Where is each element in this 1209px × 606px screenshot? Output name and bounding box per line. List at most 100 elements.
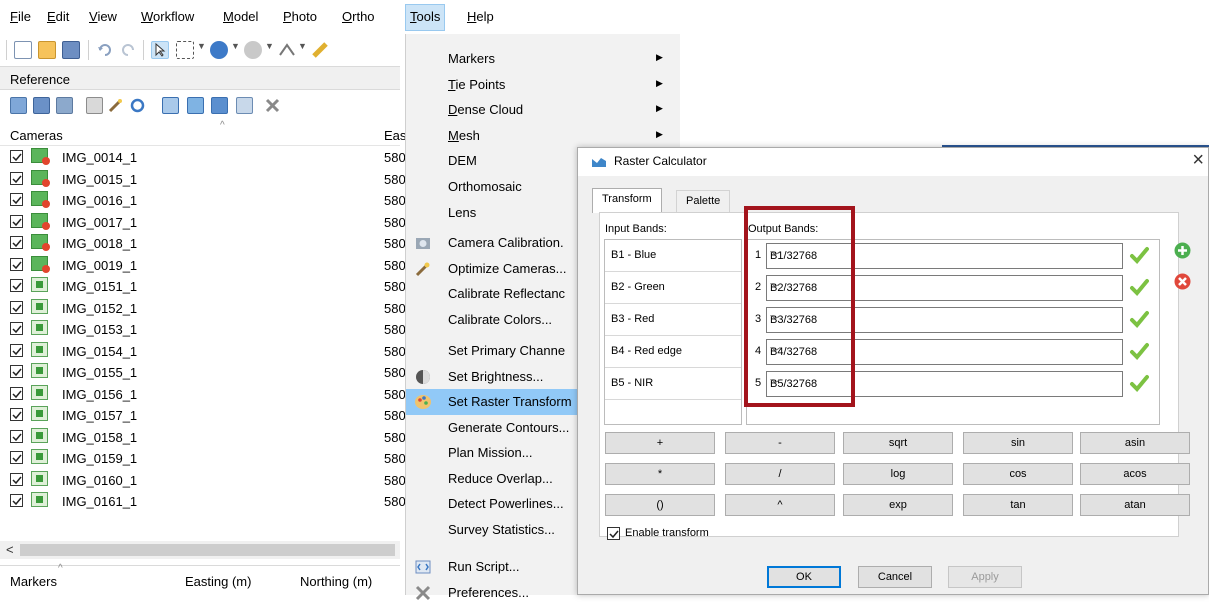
- update-icon[interactable]: [129, 97, 146, 114]
- table-row[interactable]: IMG_0161_1 580: [0, 490, 406, 512]
- table-row[interactable]: IMG_0019_1 580: [0, 254, 406, 276]
- rotate-dropdown-icon[interactable]: ▼: [265, 41, 274, 51]
- operator-button[interactable]: atan: [1080, 494, 1190, 516]
- import-reference-icon[interactable]: [10, 97, 27, 114]
- tab-transform[interactable]: Transform: [592, 188, 662, 213]
- menu-model[interactable]: Model: [223, 9, 258, 24]
- operator-button[interactable]: *: [605, 463, 715, 485]
- operator-button[interactable]: sin: [963, 432, 1073, 454]
- operator-button[interactable]: +: [605, 432, 715, 454]
- camera-enabled-checkbox[interactable]: [10, 171, 23, 185]
- menu-item-mesh[interactable]: Mesh ▶: [406, 123, 681, 149]
- settings-tools-icon[interactable]: [264, 97, 281, 114]
- table-row[interactable]: IMG_0158_1 580: [0, 426, 406, 448]
- table-row[interactable]: IMG_0017_1 580: [0, 211, 406, 233]
- close-icon[interactable]: ×: [1192, 149, 1204, 172]
- scroll-left-icon[interactable]: <: [6, 542, 14, 557]
- reference-table-icon[interactable]: [236, 97, 253, 114]
- camera-enabled-checkbox[interactable]: [10, 365, 23, 378]
- operator-button[interactable]: /: [725, 463, 835, 485]
- input-band-item[interactable]: B2 - Green: [605, 272, 741, 304]
- menu-view[interactable]: View: [89, 9, 117, 24]
- open-folder-icon[interactable]: [38, 41, 56, 59]
- column-markers[interactable]: Markers: [10, 574, 57, 589]
- table-row[interactable]: IMG_0015_1 580: [0, 168, 406, 190]
- scrollbar-thumb[interactable]: [20, 544, 395, 556]
- camera-enabled-checkbox[interactable]: [10, 343, 23, 357]
- camera-enabled-checkbox[interactable]: [10, 193, 23, 206]
- table-row[interactable]: IMG_0159_1 580: [0, 447, 406, 469]
- table-row[interactable]: IMG_0018_1 580: [0, 232, 406, 254]
- table-row[interactable]: IMG_0014_1 580: [0, 146, 406, 168]
- operator-button[interactable]: (): [605, 494, 715, 516]
- column-easting[interactable]: Eas: [384, 128, 406, 143]
- pointer-icon[interactable]: [151, 41, 169, 59]
- draw-polyline-icon[interactable]: [278, 41, 296, 59]
- save-reference-icon[interactable]: [56, 97, 73, 114]
- operator-button[interactable]: ^: [725, 494, 835, 516]
- operator-button[interactable]: exp: [843, 494, 953, 516]
- camera-enabled-checkbox[interactable]: [10, 300, 23, 314]
- convert-icon[interactable]: [86, 97, 103, 114]
- camera-enabled-checkbox[interactable]: [10, 236, 23, 249]
- navigation-icon[interactable]: [210, 41, 228, 59]
- operator-button[interactable]: tan: [963, 494, 1073, 516]
- table-row[interactable]: IMG_0016_1 580: [0, 189, 406, 211]
- camera-enabled-checkbox[interactable]: [10, 429, 23, 443]
- table-row[interactable]: IMG_0157_1 580: [0, 404, 406, 426]
- input-band-item[interactable]: B5 - NIR: [605, 368, 741, 400]
- input-band-item[interactable]: B1 - Blue: [605, 240, 741, 272]
- remove-band-icon[interactable]: [1174, 273, 1191, 290]
- input-band-item[interactable]: B4 - Red edge: [605, 336, 741, 368]
- rectangle-selection-icon[interactable]: [176, 41, 194, 59]
- menu-file[interactable]: File: [10, 9, 31, 24]
- table-row[interactable]: IMG_0153_1 580: [0, 318, 406, 340]
- table-row[interactable]: IMG_0156_1 580: [0, 383, 406, 405]
- save-icon[interactable]: [62, 41, 80, 59]
- table-row[interactable]: IMG_0160_1 580: [0, 469, 406, 491]
- column-cameras[interactable]: Cameras: [10, 128, 63, 143]
- navigation-dropdown-icon[interactable]: ▼: [231, 41, 240, 51]
- menu-tools[interactable]: Tools: [405, 4, 446, 31]
- menu-item-markers[interactable]: Markers ▶: [406, 46, 681, 72]
- draw-dropdown-icon[interactable]: ▼: [298, 41, 307, 51]
- menu-photo[interactable]: Photo: [283, 9, 317, 24]
- add-band-icon[interactable]: [1174, 242, 1191, 259]
- camera-enabled-checkbox[interactable]: [10, 150, 23, 163]
- camera-enabled-checkbox[interactable]: [10, 214, 23, 228]
- view-source-icon[interactable]: [162, 97, 179, 114]
- table-row[interactable]: IMG_0151_1 580: [0, 275, 406, 297]
- optimize-wand-icon[interactable]: [107, 97, 124, 114]
- operator-button[interactable]: -: [725, 432, 835, 454]
- new-document-icon[interactable]: [14, 41, 32, 59]
- enable-transform-box[interactable]: [607, 527, 620, 540]
- menu-ortho[interactable]: Ortho: [342, 9, 375, 24]
- operator-button[interactable]: acos: [1080, 463, 1190, 485]
- export-reference-icon[interactable]: [33, 97, 50, 114]
- camera-enabled-checkbox[interactable]: [10, 386, 23, 400]
- ok-button[interactable]: OK: [767, 566, 841, 588]
- column-marker-easting[interactable]: Easting (m): [185, 574, 251, 589]
- view-estimated-icon[interactable]: [187, 97, 204, 114]
- camera-enabled-checkbox[interactable]: [10, 322, 23, 335]
- menu-help[interactable]: Help: [467, 9, 494, 24]
- camera-enabled-checkbox[interactable]: [10, 472, 23, 486]
- table-row[interactable]: IMG_0152_1 580: [0, 297, 406, 319]
- rotate-object-icon[interactable]: [244, 41, 262, 59]
- apply-button[interactable]: Apply: [948, 566, 1022, 588]
- view-errors-icon[interactable]: [211, 97, 228, 114]
- input-band-item[interactable]: B3 - Red: [605, 304, 741, 336]
- camera-enabled-checkbox[interactable]: [10, 494, 23, 507]
- operator-button[interactable]: cos: [963, 463, 1073, 485]
- operator-button[interactable]: log: [843, 463, 953, 485]
- camera-enabled-checkbox[interactable]: [10, 279, 23, 292]
- menu-item-dense-cloud[interactable]: Dense Cloud ▶: [406, 97, 681, 123]
- operator-button[interactable]: asin: [1080, 432, 1190, 454]
- operator-button[interactable]: sqrt: [843, 432, 953, 454]
- menu-workflow[interactable]: Workflow: [141, 9, 194, 24]
- table-row[interactable]: IMG_0155_1 580: [0, 361, 406, 383]
- camera-enabled-checkbox[interactable]: [10, 408, 23, 421]
- horizontal-scrollbar[interactable]: <: [0, 541, 400, 559]
- cancel-button[interactable]: Cancel: [858, 566, 932, 588]
- column-marker-northing[interactable]: Northing (m): [300, 574, 372, 589]
